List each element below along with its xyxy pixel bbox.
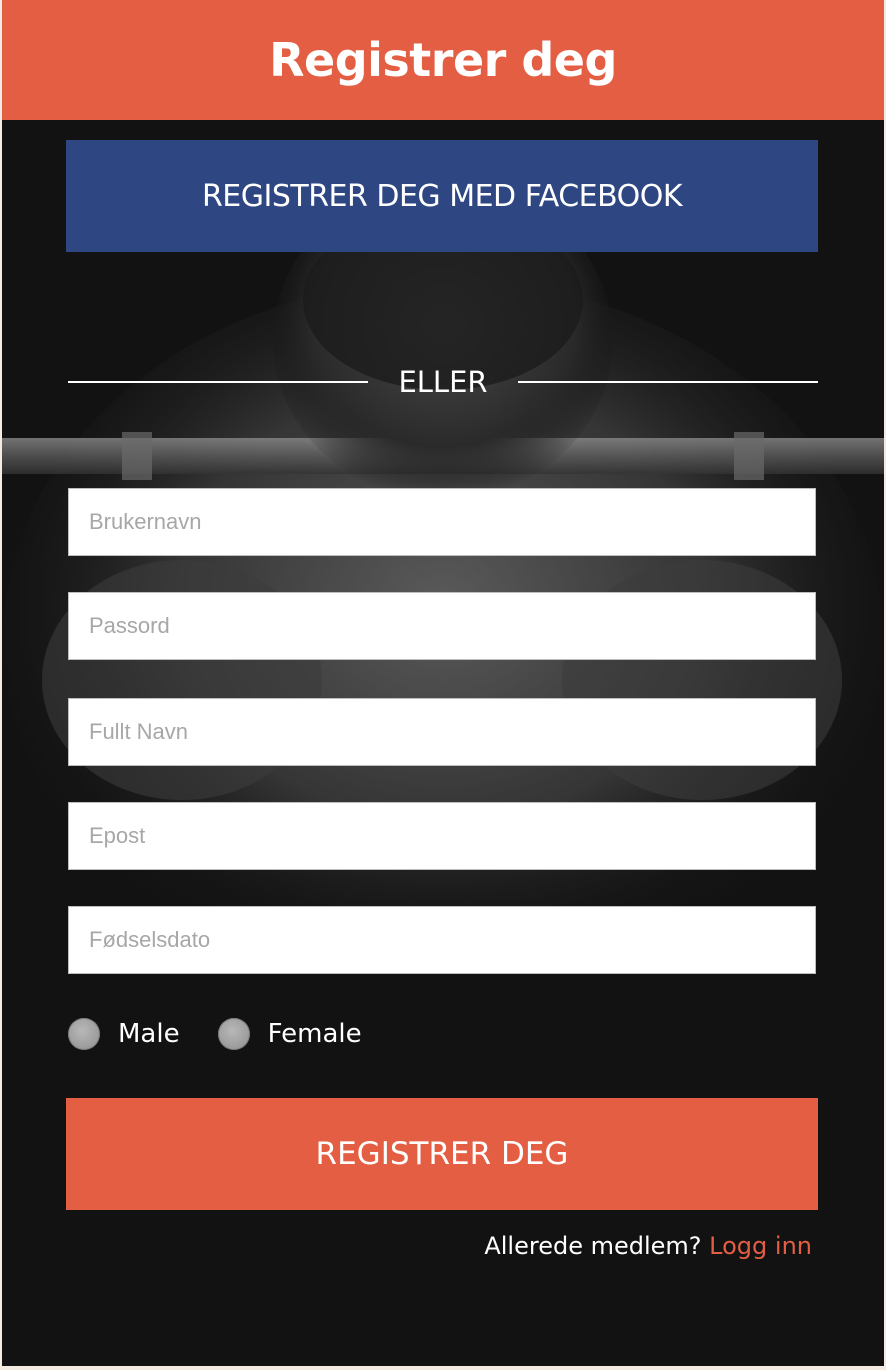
gender-radio-group: Male Female [68, 1014, 400, 1054]
birthdate-field[interactable] [68, 906, 816, 974]
login-prompt: Allerede medlem? Logg inn [484, 1232, 812, 1260]
divider-label: ELLER [398, 365, 488, 399]
or-divider: ELLER [68, 360, 818, 404]
facebook-register-button[interactable]: REGISTRER DEG MED FACEBOOK [66, 140, 818, 252]
gender-option-male[interactable]: Male [68, 1018, 180, 1050]
radio-button-female[interactable] [217, 1018, 250, 1050]
divider-line-right [518, 381, 818, 383]
register-submit-button[interactable]: REGISTRER DEG [66, 1098, 818, 1210]
login-link[interactable]: Logg inn [709, 1232, 812, 1260]
page-header: Registrer deg [2, 0, 884, 120]
divider-line-left [68, 381, 368, 383]
password-field[interactable] [68, 592, 816, 660]
registration-card: Registrer deg REGISTRER DEG MED FACEBOOK… [2, 0, 884, 1366]
username-field[interactable] [68, 488, 816, 556]
login-prompt-text: Allerede medlem? [484, 1232, 702, 1260]
radio-button-male[interactable] [68, 1018, 100, 1050]
email-field[interactable] [68, 802, 816, 870]
full-name-field[interactable] [68, 698, 816, 766]
page-title: Registrer deg [269, 33, 617, 87]
gender-option-female[interactable]: Female [217, 1018, 362, 1050]
radio-label-female: Female [267, 1019, 362, 1049]
radio-label-male: Male [118, 1019, 180, 1049]
